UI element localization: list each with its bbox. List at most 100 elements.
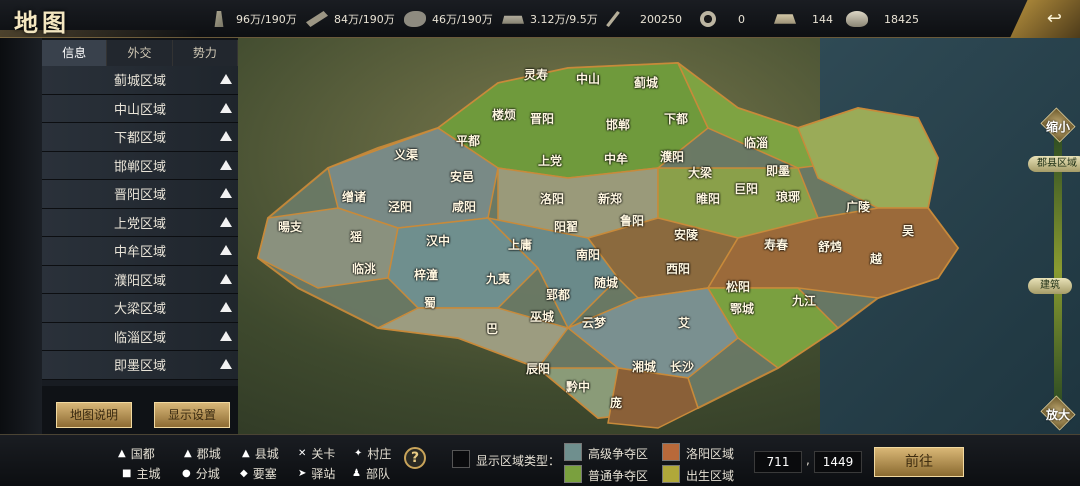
- city-label[interactable]: 西阳: [666, 260, 690, 277]
- sidebar-region-item[interactable]: 晋阳区域: [42, 180, 238, 209]
- city-label[interactable]: 鄂城: [730, 300, 754, 317]
- city-label[interactable]: 灵寿: [524, 66, 548, 83]
- legend-help-button[interactable]: ?: [404, 447, 426, 469]
- city-label[interactable]: 梓潼: [414, 266, 438, 283]
- expand-triangle-icon[interactable]: [220, 102, 232, 113]
- sidebar-region-item[interactable]: 邯郸区域: [42, 151, 238, 180]
- tab-info[interactable]: 信息: [42, 40, 108, 66]
- city-label[interactable]: 云梦: [582, 314, 606, 331]
- city-label[interactable]: 鲁阳: [620, 212, 644, 229]
- region-label: 蓟城区域: [113, 74, 166, 90]
- city-label[interactable]: 汉中: [426, 232, 450, 249]
- region-label: 邯郸区域: [113, 159, 166, 175]
- city-label[interactable]: 舒鸩: [818, 238, 842, 255]
- expand-triangle-icon[interactable]: [220, 302, 232, 312]
- city-label[interactable]: 临淄: [744, 134, 768, 151]
- building-level-tag[interactable]: 建筑: [1028, 278, 1072, 294]
- goto-button[interactable]: 前往: [874, 447, 964, 477]
- expand-triangle-icon[interactable]: [220, 74, 232, 84]
- legend-marker-icon: ✦: [354, 448, 363, 459]
- city-label[interactable]: 平都: [456, 132, 480, 149]
- sidebar-region-item[interactable]: 下都区域: [42, 123, 238, 152]
- city-label[interactable]: 阳翟: [554, 218, 578, 235]
- sidebar-region-item[interactable]: 临淄区域: [42, 322, 238, 351]
- city-label[interactable]: 上庸: [508, 236, 532, 253]
- city-label[interactable]: 长沙: [670, 358, 694, 375]
- city-label[interactable]: 辰阳: [526, 360, 550, 377]
- sidebar-region-item[interactable]: 濮阳区域: [42, 265, 238, 294]
- city-label[interactable]: 随城: [594, 274, 618, 291]
- city-label[interactable]: 南阳: [576, 246, 600, 263]
- sidebar-region-item[interactable]: 上党区域: [42, 208, 238, 237]
- sidebar-region-item[interactable]: 中牟区域: [42, 237, 238, 266]
- zoom-slider-track[interactable]: [1054, 130, 1062, 410]
- city-label[interactable]: 九江: [792, 292, 816, 309]
- map-help-button[interactable]: 地图说明: [56, 402, 132, 428]
- city-label[interactable]: 巫城: [530, 308, 554, 325]
- city-label[interactable]: 巨阳: [734, 180, 758, 197]
- city-label[interactable]: 泾阳: [388, 198, 412, 215]
- city-label[interactable]: 猺: [350, 228, 362, 245]
- city-label[interactable]: 安陵: [674, 226, 698, 243]
- back-button[interactable]: ↩: [1010, 0, 1080, 38]
- coord-x-input[interactable]: 711: [754, 451, 802, 473]
- tab-forces[interactable]: 势力: [172, 40, 238, 66]
- city-label[interactable]: 临洮: [352, 260, 376, 277]
- city-label[interactable]: 蜀: [424, 294, 436, 311]
- zoom-control[interactable]: 缩小 郡县区域 建筑 放大: [1028, 107, 1080, 431]
- city-label[interactable]: 晋阳: [530, 110, 554, 127]
- city-label[interactable]: 湘城: [632, 358, 656, 375]
- county-level-tag[interactable]: 郡县区域: [1028, 156, 1080, 172]
- city-label[interactable]: 中山: [576, 70, 600, 87]
- sidebar-region-item[interactable]: 大梁区域: [42, 294, 238, 323]
- city-label[interactable]: 艾: [678, 314, 690, 331]
- city-label[interactable]: 吴: [902, 222, 914, 239]
- display-settings-button[interactable]: 显示设置: [154, 402, 230, 428]
- sidebar-region-item[interactable]: 即墨区域: [42, 351, 238, 380]
- expand-triangle-icon[interactable]: [220, 245, 232, 255]
- city-label[interactable]: 濮阳: [660, 148, 684, 165]
- city-label[interactable]: 新郑: [598, 190, 622, 207]
- world-map[interactable]: 灵寿 中山 蓟城楼烦 晋阳 邯郸 下都平都上党 中牟 濮阳 临淄义渠安邑 大梁 即墨缯诸 洛阳 新郑 琅琊…: [238, 38, 1080, 434]
- city-label[interactable]: 睢阳: [696, 190, 720, 207]
- city-label[interactable]: 咸阳: [452, 198, 476, 215]
- city-label[interactable]: 暘支: [278, 218, 302, 235]
- city-label[interactable]: 缯诸: [342, 188, 366, 205]
- expand-triangle-icon[interactable]: [220, 131, 232, 141]
- city-label[interactable]: 蓟城: [634, 74, 658, 91]
- city-label[interactable]: 巴: [486, 320, 498, 337]
- city-label[interactable]: 即墨: [766, 162, 790, 179]
- city-label[interactable]: 楼烦: [492, 106, 516, 123]
- city-label[interactable]: 九夷: [486, 270, 510, 287]
- city-label[interactable]: 下都: [664, 110, 688, 127]
- legend-marker-icon: ■: [122, 468, 132, 479]
- city-label[interactable]: 黔中: [566, 378, 590, 395]
- city-label[interactable]: 义渠: [394, 146, 418, 163]
- legend-marker-icon: ◆: [240, 468, 248, 479]
- expand-triangle-icon[interactable]: [220, 273, 232, 284]
- city-label[interactable]: 安邑: [450, 168, 474, 185]
- city-label[interactable]: 邯郸: [606, 116, 630, 133]
- city-label[interactable]: 洛阳: [540, 190, 564, 207]
- expand-triangle-icon[interactable]: [220, 330, 232, 341]
- city-label[interactable]: 松阳: [726, 278, 750, 295]
- city-label[interactable]: 郢都: [546, 286, 570, 303]
- expand-triangle-icon[interactable]: [220, 359, 232, 369]
- expand-triangle-icon[interactable]: [220, 159, 232, 170]
- sidebar-region-item[interactable]: 蓟城区域: [42, 66, 238, 95]
- coord-y-input[interactable]: 1449: [814, 451, 862, 473]
- city-label[interactable]: 庞: [610, 394, 622, 411]
- sidebar-region-item[interactable]: 中山区域: [42, 94, 238, 123]
- tab-diplomacy[interactable]: 外交: [107, 40, 173, 66]
- show-zone-type-checkbox[interactable]: [452, 450, 470, 468]
- city-label[interactable]: 上党: [538, 152, 562, 169]
- expand-triangle-icon[interactable]: [220, 216, 232, 227]
- city-label[interactable]: 中牟: [604, 150, 628, 167]
- city-label[interactable]: 大梁: [688, 164, 712, 181]
- city-label[interactable]: 越: [870, 250, 882, 267]
- city-label[interactable]: 广陵: [846, 198, 870, 215]
- expand-triangle-icon[interactable]: [220, 188, 232, 198]
- city-label[interactable]: 琅琊: [776, 188, 800, 205]
- region-label: 下都区域: [113, 131, 166, 147]
- city-label[interactable]: 寿春: [764, 236, 788, 253]
